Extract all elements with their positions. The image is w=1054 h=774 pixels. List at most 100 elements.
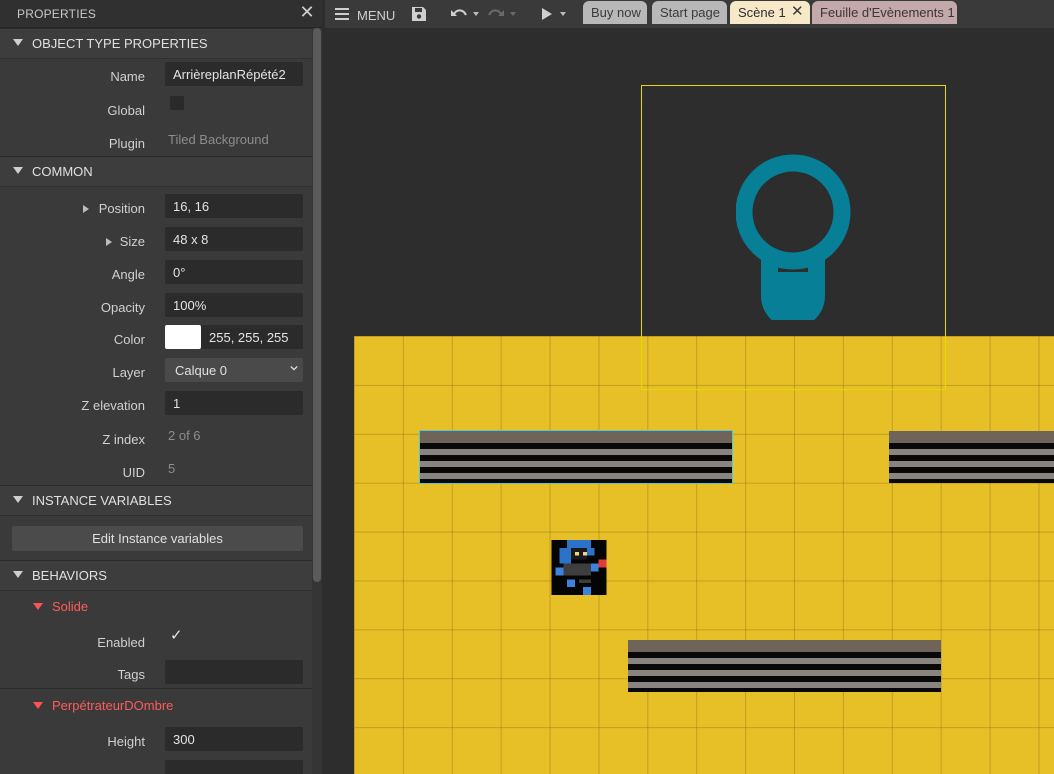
prop-label: Layer: [112, 365, 145, 380]
collapse-triangle-icon: [13, 571, 23, 578]
prop-row-name: Name ArrièreplanRépété2: [0, 61, 312, 91]
tab-event-sheet-1[interactable]: Feuille d'Evènements 1: [812, 1, 957, 24]
expand-triangle-icon[interactable]: [106, 238, 112, 246]
prop-label: Z index: [102, 432, 145, 447]
behavior-solid-header[interactable]: Solide: [0, 593, 312, 621]
tiled-background-instance[interactable]: [628, 640, 941, 692]
section-behaviors[interactable]: BEHAVIORS: [0, 560, 312, 591]
properties-panel: PROPERTIES ✕ OBJECT TYPE PROPERTIES Name…: [0, 0, 322, 774]
section-label: OBJECT TYPE PROPERTIES: [32, 36, 208, 51]
save-button[interactable]: [409, 0, 431, 28]
size-input[interactable]: 48 x 8: [165, 227, 303, 251]
layer-select[interactable]: Calque 0: [165, 358, 303, 382]
tab-scene-1[interactable]: Scène 1 ✕: [730, 1, 810, 24]
prop-label: Angle: [111, 267, 145, 282]
edit-instance-variables-button[interactable]: Edit Instance variables: [12, 526, 303, 551]
behavior-name: PerpétrateurDOmbre: [52, 698, 174, 713]
prop-label: Tags: [117, 667, 145, 682]
tab-label: Scène 1: [738, 5, 786, 20]
enabled-checkbox[interactable]: ✓: [170, 628, 186, 644]
caret-down-icon[interactable]: [473, 12, 479, 16]
layout-area[interactable]: [354, 336, 1054, 774]
plugin-value: Tiled Background: [168, 132, 269, 147]
prop-label: Enabled: [97, 635, 145, 650]
angle-input[interactable]: 0°: [165, 260, 303, 284]
prop-row-global: Global: [0, 95, 312, 125]
position-input[interactable]: 16, 16: [165, 194, 303, 218]
prop-row-tags: Tags: [0, 659, 312, 689]
tiled-background-instance[interactable]: [889, 431, 1054, 483]
prop-row-layer: Layer Calque 0: [0, 357, 312, 387]
expand-triangle-icon[interactable]: [83, 205, 89, 213]
save-icon: [412, 7, 426, 21]
color-value-input[interactable]: 255, 255, 255: [201, 325, 303, 349]
layout-canvas[interactable]: [325, 28, 1054, 774]
chevron-down-icon: [290, 365, 298, 371]
section-label: INSTANCE VARIABLES: [32, 493, 172, 508]
prop-label: Position: [98, 201, 145, 216]
properties-title: PROPERTIES: [17, 7, 97, 21]
properties-header: PROPERTIES ✕: [0, 0, 322, 28]
tab-buy-now[interactable]: Buy now: [583, 1, 647, 24]
prop-row-angle: Angle 0°: [0, 259, 312, 289]
opacity-input[interactable]: 100%: [165, 293, 303, 317]
properties-scrollbar[interactable]: [312, 28, 322, 774]
caret-down-icon[interactable]: [560, 12, 566, 16]
scrollbar-thumb[interactable]: [313, 28, 321, 582]
behavior-shadow-header[interactable]: PerpétrateurDOmbre: [0, 692, 312, 720]
global-checkbox[interactable]: [170, 96, 184, 110]
prop-row-color: Color 255, 255, 255: [0, 324, 312, 354]
brick-tile-graphic: [420, 431, 732, 483]
behavior-name: Solide: [52, 599, 89, 614]
section-object-type-properties[interactable]: OBJECT TYPE PROPERTIES: [0, 28, 312, 59]
height-input[interactable]: 300: [165, 727, 303, 751]
undo-icon: [451, 9, 467, 16]
prop-row-z-index: Z index 2 of 6: [0, 424, 312, 454]
uid-value: 5: [168, 461, 176, 476]
z-elevation-input[interactable]: 1: [165, 391, 303, 415]
undo-button[interactable]: [448, 0, 480, 28]
light-bulb-icon: [736, 154, 851, 320]
menu-button[interactable]: MENU: [333, 0, 405, 28]
collapse-triangle-icon: [33, 603, 43, 610]
prop-label: Color: [113, 332, 145, 347]
tab-start-page[interactable]: Start page: [652, 1, 727, 24]
redo-button[interactable]: [485, 0, 517, 28]
light-object-selection[interactable]: [641, 85, 946, 390]
prop-row-position: Position 16, 16: [0, 193, 312, 223]
player-sprite[interactable]: [551, 540, 607, 595]
collapse-triangle-icon: [13, 496, 23, 503]
brick-tile-graphic: [628, 640, 941, 692]
section-common[interactable]: COMMON: [0, 156, 312, 187]
partial-input[interactable]: [165, 760, 303, 774]
prop-row-partial: [0, 759, 312, 774]
close-icon[interactable]: ✕: [298, 2, 316, 22]
prop-label: Height: [107, 734, 145, 749]
redo-icon: [488, 9, 504, 16]
prop-row-z-elevation: Z elevation 1: [0, 390, 312, 420]
section-label: COMMON: [32, 164, 93, 179]
tiled-background-instance[interactable]: [419, 430, 733, 484]
close-icon[interactable]: ✕: [791, 2, 804, 20]
prop-row-plugin: Plugin Tiled Background: [0, 128, 312, 158]
prop-label: Name: [110, 69, 145, 84]
caret-down-icon[interactable]: [510, 12, 516, 16]
play-icon: [542, 8, 552, 20]
prop-row-opacity: Opacity 100%: [0, 292, 312, 322]
z-index-value: 2 of 6: [168, 428, 201, 443]
collapse-triangle-icon: [13, 167, 23, 174]
prop-label: Z elevation: [81, 398, 145, 413]
prop-label: Plugin: [108, 136, 145, 151]
prop-label: Opacity: [100, 300, 145, 315]
tags-input[interactable]: [165, 660, 303, 684]
preview-button[interactable]: [538, 0, 570, 28]
section-instance-variables[interactable]: INSTANCE VARIABLES: [0, 485, 312, 516]
menu-icon: [335, 8, 349, 20]
prop-label: UID: [122, 465, 145, 480]
prop-row-enabled: Enabled ✓: [0, 627, 312, 657]
color-swatch[interactable]: [165, 325, 201, 349]
prop-row-size: Size 48 x 8: [0, 226, 312, 256]
name-input[interactable]: ArrièreplanRépété2: [165, 62, 303, 86]
divider: [0, 688, 312, 689]
prop-label: Global: [107, 103, 145, 118]
